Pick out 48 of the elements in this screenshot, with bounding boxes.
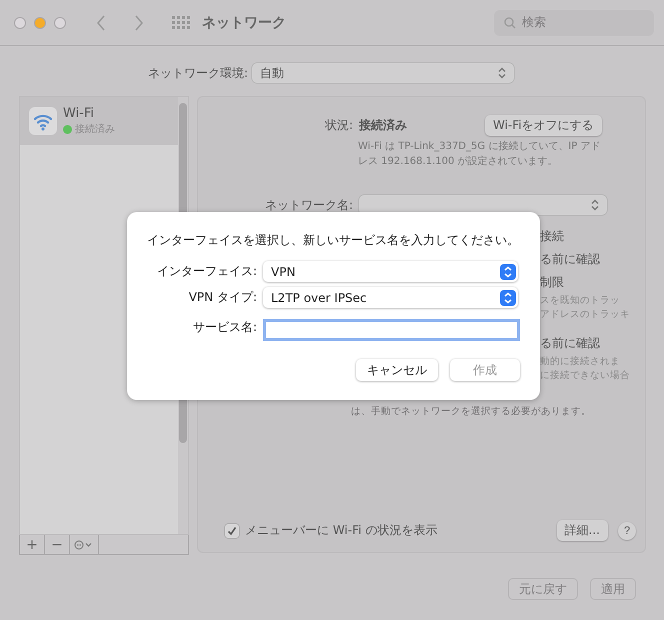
- window-title: ネットワーク: [202, 14, 286, 32]
- partial-text: る前に確認: [540, 335, 601, 352]
- help-button[interactable]: ?: [618, 522, 636, 540]
- dialog-message: インターフェイスを選択し、新しいサービス名を入力してください。: [147, 232, 520, 249]
- updown-icon: [500, 290, 516, 306]
- service-name-field[interactable]: [263, 319, 520, 341]
- location-label: ネットワーク環境:: [148, 64, 248, 82]
- partial-text: スを既知のトラッ: [540, 294, 621, 308]
- search-icon: [504, 16, 516, 28]
- advanced-button[interactable]: 詳細...: [556, 520, 608, 541]
- partial-text: る前に確認: [540, 251, 601, 268]
- service-item[interactable]: Wi-Fi 接続済み: [20, 97, 178, 145]
- close-button[interactable]: [14, 16, 26, 28]
- updown-icon: [498, 67, 506, 79]
- location-popup[interactable]: 自動: [252, 63, 514, 83]
- minimize-button[interactable]: [34, 16, 46, 28]
- network-name-label: ネットワーク名:: [264, 196, 353, 214]
- status-label: 状況:: [324, 117, 353, 134]
- field-label: サービス名:: [192, 318, 257, 336]
- popup-field[interactable]: L2TP over IPSec: [263, 287, 518, 308]
- zoom-button[interactable]: [54, 16, 66, 28]
- checkmark-icon: [227, 526, 237, 536]
- wifi-off-button[interactable]: Wi-Fiをオフにする: [485, 115, 602, 136]
- add-button[interactable]: +: [20, 535, 45, 554]
- updown-icon: [500, 264, 516, 280]
- partial-text: 接続: [540, 228, 565, 245]
- status-value: 接続済み: [359, 117, 408, 134]
- updown-icon: [591, 199, 599, 211]
- status-description: Wi-Fi は TP-Link_337D_5G に接続していて、IP アドレス 192.168.1.100 が設定されています。: [358, 140, 602, 169]
- popup-field[interactable]: VPN: [263, 261, 518, 282]
- wifi-icon: [29, 107, 57, 135]
- cancel-button[interactable]: キャンセル: [356, 359, 438, 381]
- service-name: Wi-Fi: [63, 106, 96, 121]
- remove-button[interactable]: −: [45, 535, 70, 554]
- partial-text: に接続できない場合: [540, 369, 631, 383]
- field-label: VPN タイプ:: [188, 289, 257, 306]
- partial-text: アドレスのトラッキ: [540, 308, 631, 322]
- partial-text: は、手動でネットワークを選択する必要があります。: [351, 405, 592, 418]
- service-status: 接続済み: [63, 122, 115, 136]
- more-icon: [74, 540, 94, 550]
- checkbox-label: メニューバーに Wi-Fi の状況を表示: [245, 522, 438, 539]
- grid-icon[interactable]: [172, 16, 190, 30]
- menubar-checkbox[interactable]: [225, 524, 239, 538]
- partial-text: 動的に接続されま: [540, 355, 621, 369]
- partial-text: 制限: [540, 274, 565, 291]
- field-label: インターフェイス:: [156, 263, 257, 280]
- forward-icon[interactable]: [134, 14, 144, 30]
- back-icon[interactable]: [96, 14, 106, 30]
